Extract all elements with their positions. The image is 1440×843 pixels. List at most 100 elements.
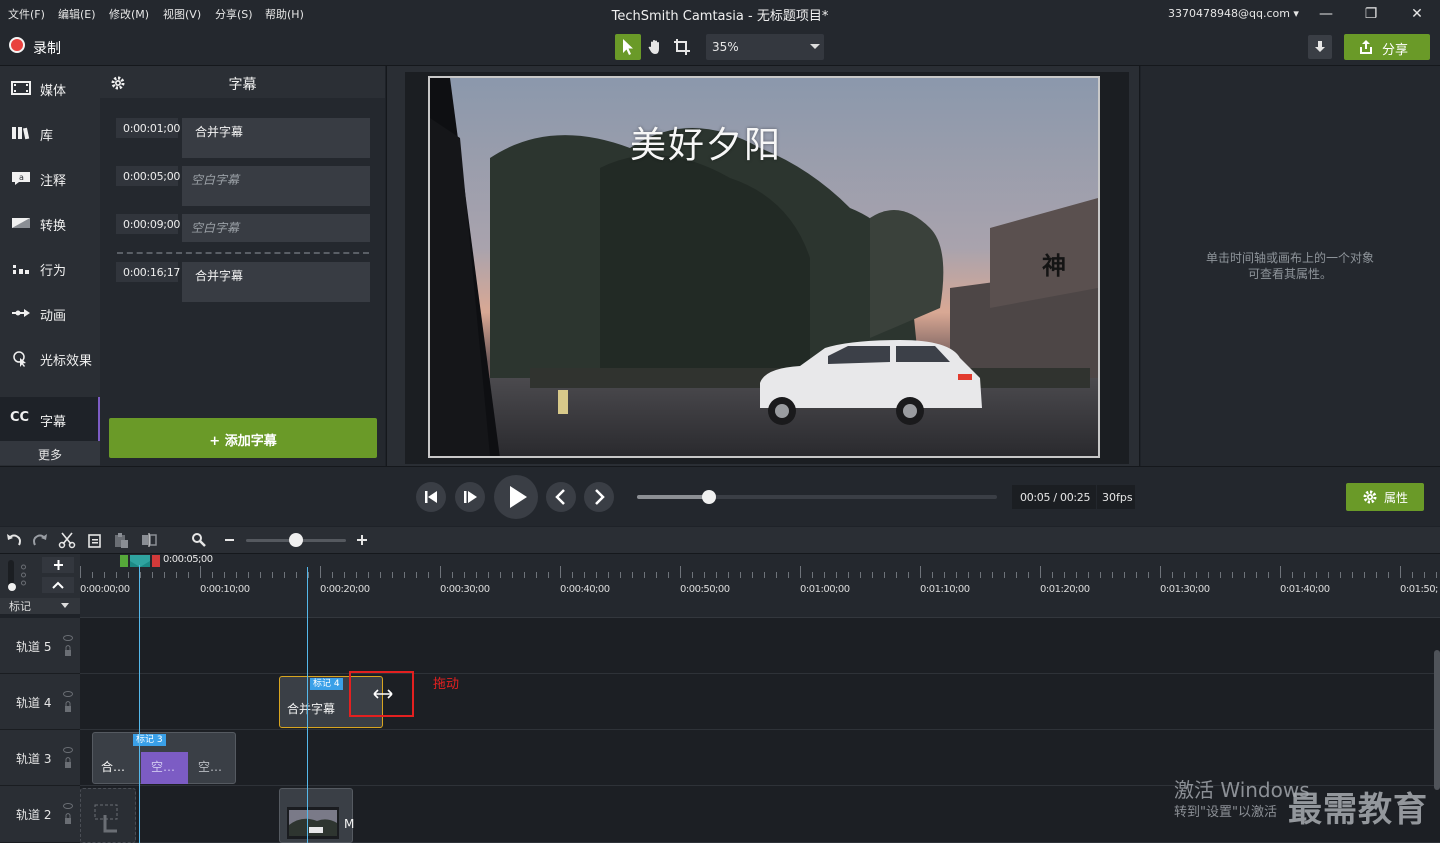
paste-icon[interactable]: [112, 531, 130, 549]
play-frame-button[interactable]: [455, 482, 485, 512]
caption-text[interactable]: 空白字幕: [182, 214, 370, 242]
visibility-lock-icon[interactable]: [63, 744, 73, 774]
gear-icon: [1363, 490, 1377, 504]
playhead-in-handle[interactable]: [120, 555, 128, 567]
caption-row[interactable]: 0:00:09;00 空白字幕: [116, 214, 370, 242]
caption-text[interactable]: 合并字幕: [182, 118, 370, 158]
sidebar-item-captions[interactable]: CC 字幕: [0, 397, 100, 442]
ruler-label: 0:00:30;00: [440, 584, 490, 595]
playhead-out-handle[interactable]: [152, 555, 160, 567]
sidebar-item-label: 媒体: [40, 84, 67, 99]
caption-clip-track3[interactable]: 标记 3 合… 空… 空…: [92, 732, 236, 784]
timeline-scrollbar[interactable]: [1434, 650, 1440, 790]
lock-icon: [20, 562, 27, 588]
playhead-handle[interactable]: [130, 555, 150, 567]
track-label: 轨道 4: [16, 696, 52, 710]
collapse-tracks-button[interactable]: [42, 577, 74, 593]
track-height-handle[interactable]: [8, 583, 16, 591]
track-label: 轨道 5: [16, 640, 52, 654]
scrubber-progress: [637, 495, 709, 499]
track-header-5[interactable]: 轨道 5: [0, 618, 80, 674]
chevron-down-icon[interactable]: [61, 603, 69, 608]
track-header-3[interactable]: 轨道 3: [0, 730, 80, 786]
record-button-label[interactable]: 录制: [33, 38, 61, 58]
sidebar-item-annotations[interactable]: a 注释: [0, 156, 100, 201]
restore-button[interactable]: ❐: [1357, 4, 1385, 24]
annotation-icon: a: [12, 172, 30, 185]
crop-tool-button[interactable]: [669, 34, 695, 60]
video-caption-overlay[interactable]: 美好夕阳: [630, 116, 782, 168]
record-icon[interactable]: [9, 37, 25, 53]
download-button[interactable]: [1308, 35, 1332, 59]
zoom-in-icon[interactable]: [353, 531, 371, 549]
account-menu[interactable]: 3370478948@qq.com ▾: [1168, 7, 1299, 20]
step-back-button[interactable]: [416, 482, 446, 512]
sidebar-item-label: 转换: [40, 219, 67, 234]
track-header-4[interactable]: 轨道 4: [0, 674, 80, 730]
sidebar-item-transitions[interactable]: 转换: [0, 201, 100, 246]
video-clip-track2[interactable]: M: [279, 788, 355, 843]
properties-button-label[interactable]: 属性: [1384, 489, 1408, 506]
caption-text[interactable]: 空白字幕: [182, 166, 370, 206]
track-header-2[interactable]: 轨道 2: [0, 786, 80, 843]
sidebar-item-label: 行为: [40, 264, 67, 279]
clip-label: M: [344, 817, 355, 831]
minimize-button[interactable]: —: [1312, 4, 1340, 24]
caption-text[interactable]: 合并字幕: [182, 262, 370, 302]
timeline-ruler[interactable]: [80, 554, 1440, 598]
add-track-button[interactable]: [42, 557, 74, 573]
visibility-lock-icon[interactable]: [63, 800, 73, 830]
timeline-zoom-handle[interactable]: [289, 533, 303, 547]
cut-icon[interactable]: [58, 531, 76, 549]
previous-clip-button[interactable]: [546, 482, 576, 512]
pointer-tool-button[interactable]: [615, 34, 641, 60]
split-icon[interactable]: [140, 531, 158, 549]
marker-track[interactable]: [80, 598, 1440, 618]
caption-row[interactable]: 0:00:01;00 合并字幕: [116, 118, 370, 158]
next-clip-button[interactable]: [584, 482, 614, 512]
sidebar-item-animations[interactable]: 动画: [0, 291, 100, 336]
captions-title: 字幕: [228, 77, 257, 93]
caption-row[interactable]: 0:00:16;17 合并字幕: [116, 262, 370, 302]
svg-text:神: 神: [1042, 252, 1066, 280]
crop-icon: [674, 39, 690, 55]
media-placeholder-clip[interactable]: [80, 788, 136, 843]
chevron-up-icon: [52, 581, 64, 589]
caption-divider: [117, 252, 369, 254]
redo-icon[interactable]: [31, 531, 49, 549]
ruler-label: 0:01:40;00: [1280, 584, 1330, 595]
ruler-label: 0:01:10;00: [920, 584, 970, 595]
sidebar-item-behaviors[interactable]: 行为: [0, 246, 100, 291]
animation-icon: [12, 309, 30, 317]
sidebar-item-media[interactable]: 媒体: [0, 66, 100, 111]
download-icon: [1315, 41, 1325, 52]
search-icon[interactable]: [190, 531, 208, 549]
undo-icon[interactable]: [5, 531, 23, 549]
close-button[interactable]: ✕: [1403, 4, 1431, 24]
play-button[interactable]: [494, 475, 538, 519]
sidebar-item-library[interactable]: 库: [0, 111, 100, 156]
sidebar-item-cursor-effects[interactable]: 光标效果: [0, 336, 100, 381]
placeholder-icon: [94, 804, 118, 833]
track-label: 轨道 2: [16, 808, 52, 822]
visibility-lock-icon[interactable]: [63, 688, 73, 718]
hand-tool-button[interactable]: [643, 34, 669, 60]
sidebar-item-label: 动画: [40, 309, 67, 324]
track-lane-5[interactable]: [80, 618, 1440, 674]
caption-row[interactable]: 0:00:05;00 空白字幕: [116, 166, 370, 206]
copy-icon[interactable]: [86, 531, 104, 549]
playhead-line[interactable]: [139, 565, 140, 843]
ruler-label: 0:00:50;00: [680, 584, 730, 595]
ruler-label: 0:00:20;00: [320, 584, 370, 595]
share-button-label[interactable]: 分享: [1382, 39, 1408, 58]
transition-icon: [12, 218, 30, 228]
chevron-left-icon: [555, 489, 565, 505]
scrubber-handle[interactable]: [702, 490, 716, 504]
zoom-out-icon[interactable]: [221, 531, 239, 549]
play-icon: [510, 486, 527, 508]
add-caption-label[interactable]: + 添加字幕: [109, 430, 377, 449]
more-button-label[interactable]: 更多: [0, 446, 100, 463]
ruler-label: 0:00:00;00: [80, 584, 130, 595]
visibility-lock-icon[interactable]: [63, 632, 73, 662]
brand-watermark: 最需教育: [1288, 790, 1428, 830]
